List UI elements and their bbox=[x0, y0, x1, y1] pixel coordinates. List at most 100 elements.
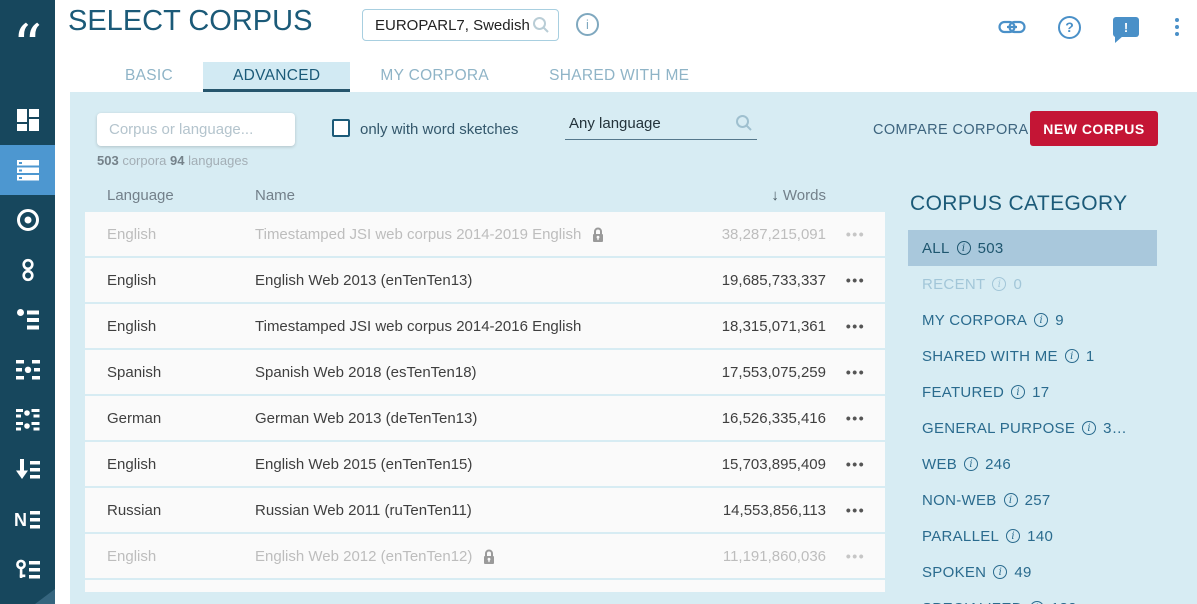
sidebar-item-frequency[interactable] bbox=[0, 445, 55, 495]
table-row[interactable]: English English Web 2015 (enTenTen15) 15… bbox=[85, 442, 885, 486]
table-row-partial bbox=[85, 580, 885, 592]
corpus-language: English bbox=[85, 456, 255, 473]
corpus-words: 16,526,335,416 bbox=[686, 410, 826, 427]
corpus-language: Russian bbox=[85, 502, 255, 519]
category-count: 503 bbox=[978, 240, 1004, 257]
lock-icon bbox=[482, 548, 496, 565]
column-language[interactable]: Language bbox=[85, 187, 255, 204]
category-parallel[interactable]: PARALLELi140 bbox=[908, 518, 1157, 554]
corpus-words: 11,191,860,036 bbox=[686, 548, 826, 565]
row-menu-button[interactable]: ••• bbox=[826, 226, 885, 242]
help-button[interactable]: ? bbox=[1058, 16, 1081, 39]
main-panel: only with word sketches Any language COM… bbox=[70, 92, 1197, 604]
info-icon[interactable]: i bbox=[576, 13, 599, 36]
corpus-filter-input[interactable] bbox=[97, 113, 295, 146]
sidebar-item-corpus-selection[interactable] bbox=[0, 145, 55, 195]
corpus-name: German Web 2013 (deTenTen13) bbox=[255, 410, 686, 427]
search-icon[interactable] bbox=[532, 16, 550, 34]
corpus-name: Spanish Web 2018 (esTenTen18) bbox=[255, 364, 686, 381]
category-web[interactable]: WEBi246 bbox=[908, 446, 1157, 482]
sketch-engine-logo[interactable]: “ bbox=[0, 0, 55, 52]
tab-shared-with-me[interactable]: SHARED WITH ME bbox=[519, 62, 719, 92]
sidebar-item-sketch-diff[interactable] bbox=[0, 395, 55, 445]
corpus-words: 19,685,733,337 bbox=[686, 272, 826, 289]
word-sketches-label[interactable]: only with word sketches bbox=[360, 121, 518, 138]
ngrams-icon: N bbox=[15, 507, 41, 533]
corpus-words: 15,703,895,409 bbox=[686, 456, 826, 473]
table-row[interactable]: English Timestamped JSI web corpus 2014-… bbox=[85, 304, 885, 348]
compare-corpora-button[interactable]: COMPARE CORPORA bbox=[873, 122, 1029, 138]
category-specialized[interactable]: SPECIALIZEDi182 bbox=[908, 590, 1157, 604]
more-menu-button[interactable] bbox=[1171, 16, 1183, 38]
new-corpus-button[interactable]: NEW CORPUS bbox=[1030, 111, 1158, 146]
table-row[interactable]: Russian Russian Web 2011 (ruTenTen11) 14… bbox=[85, 488, 885, 532]
info-icon[interactable]: i bbox=[1034, 313, 1048, 327]
sidebar-item-concordance[interactable] bbox=[0, 195, 55, 245]
info-icon[interactable]: i bbox=[964, 457, 978, 471]
keywords-key-icon bbox=[15, 557, 41, 583]
corpus-list-icon bbox=[15, 157, 41, 183]
category-featured[interactable]: FEATUREDi17 bbox=[908, 374, 1157, 410]
corpus-language: English bbox=[85, 226, 255, 243]
category-non-web[interactable]: NON-WEBi257 bbox=[908, 482, 1157, 518]
table-row[interactable]: German German Web 2013 (deTenTen13) 16,5… bbox=[85, 396, 885, 440]
permalink-button[interactable] bbox=[998, 19, 1026, 35]
info-icon[interactable]: i bbox=[957, 241, 971, 255]
sidebar-item-wordlist[interactable] bbox=[0, 295, 55, 345]
corpus-name: Timestamped JSI web corpus 2014-2019 Eng… bbox=[255, 226, 686, 243]
table-row[interactable]: English Timestamped JSI web corpus 2014-… bbox=[85, 212, 885, 256]
corpus-name: English Web 2013 (enTenTen13) bbox=[255, 272, 686, 289]
category-general-purpose[interactable]: GENERAL PURPOSEi3… bbox=[908, 410, 1157, 446]
column-words[interactable]: ↓Words bbox=[686, 187, 826, 204]
info-icon[interactable]: i bbox=[1082, 421, 1096, 435]
corpus-search-box bbox=[362, 9, 559, 41]
sidebar-item-parallel-concordance[interactable] bbox=[0, 245, 55, 295]
feedback-button[interactable]: ! bbox=[1113, 17, 1139, 37]
category-all[interactable]: ALLi503 bbox=[908, 230, 1157, 266]
tab-basic[interactable]: BASIC bbox=[95, 62, 203, 92]
tab-advanced[interactable]: ADVANCED bbox=[203, 62, 350, 92]
category-recent[interactable]: RECENTi0 bbox=[908, 266, 1157, 302]
info-icon[interactable]: i bbox=[1065, 349, 1079, 363]
sidebar-item-word-sketch[interactable] bbox=[0, 345, 55, 395]
wordlist-icon bbox=[15, 307, 41, 333]
concordance-target-icon bbox=[15, 207, 41, 233]
row-menu-button[interactable]: ••• bbox=[826, 548, 885, 564]
category-spoken[interactable]: SPOKENi49 bbox=[908, 554, 1157, 590]
info-icon[interactable]: i bbox=[1006, 529, 1020, 543]
row-menu-button[interactable]: ••• bbox=[826, 272, 885, 288]
info-icon[interactable]: i bbox=[1011, 385, 1025, 399]
word-sketch-icon bbox=[15, 357, 41, 383]
sidebar-collapse-triangle[interactable] bbox=[35, 589, 55, 604]
sidebar-item-ngrams[interactable]: N bbox=[0, 495, 55, 545]
row-menu-button[interactable]: ••• bbox=[826, 364, 885, 380]
table-row[interactable]: English English Web 2013 (enTenTen13) 19… bbox=[85, 258, 885, 302]
corpus-search-input[interactable] bbox=[373, 16, 532, 35]
sidebar-item-dashboard[interactable] bbox=[0, 95, 55, 145]
row-menu-button[interactable]: ••• bbox=[826, 318, 885, 334]
quotes-icon: “ bbox=[13, 41, 43, 51]
info-icon[interactable]: i bbox=[1004, 493, 1018, 507]
category-my-corpora[interactable]: MY CORPORAi9 bbox=[908, 302, 1157, 338]
row-menu-button[interactable]: ••• bbox=[826, 456, 885, 472]
language-filter[interactable]: Any language bbox=[565, 112, 757, 140]
corpora-count: 503 bbox=[97, 153, 119, 168]
lock-icon bbox=[591, 226, 605, 243]
corpus-name: Russian Web 2011 (ruTenTen11) bbox=[255, 502, 686, 519]
column-name[interactable]: Name bbox=[255, 187, 686, 204]
table-row[interactable]: Spanish Spanish Web 2018 (esTenTen18) 17… bbox=[85, 350, 885, 394]
corpus-words: 38,287,215,091 bbox=[686, 226, 826, 243]
table-row[interactable]: English English Web 2012 (enTenTen12) 11… bbox=[85, 534, 885, 578]
word-sketches-checkbox[interactable] bbox=[332, 119, 350, 137]
category-count: 140 bbox=[1027, 528, 1053, 545]
tab-my-corpora[interactable]: MY CORPORA bbox=[350, 62, 519, 92]
row-menu-button[interactable]: ••• bbox=[826, 410, 885, 426]
corpus-name: Timestamped JSI web corpus 2014-2016 Eng… bbox=[255, 318, 686, 335]
info-icon[interactable]: i bbox=[992, 277, 1006, 291]
category-shared-with-me[interactable]: SHARED WITH MEi1 bbox=[908, 338, 1157, 374]
header: SELECT CORPUS i ? ! BASIC ADVANCED MY CO… bbox=[55, 0, 1197, 92]
corpus-table: Language Name ↓Words English Timestamped… bbox=[85, 178, 885, 592]
sidebar-item-keywords[interactable] bbox=[0, 545, 55, 595]
info-icon[interactable]: i bbox=[993, 565, 1007, 579]
row-menu-button[interactable]: ••• bbox=[826, 502, 885, 518]
